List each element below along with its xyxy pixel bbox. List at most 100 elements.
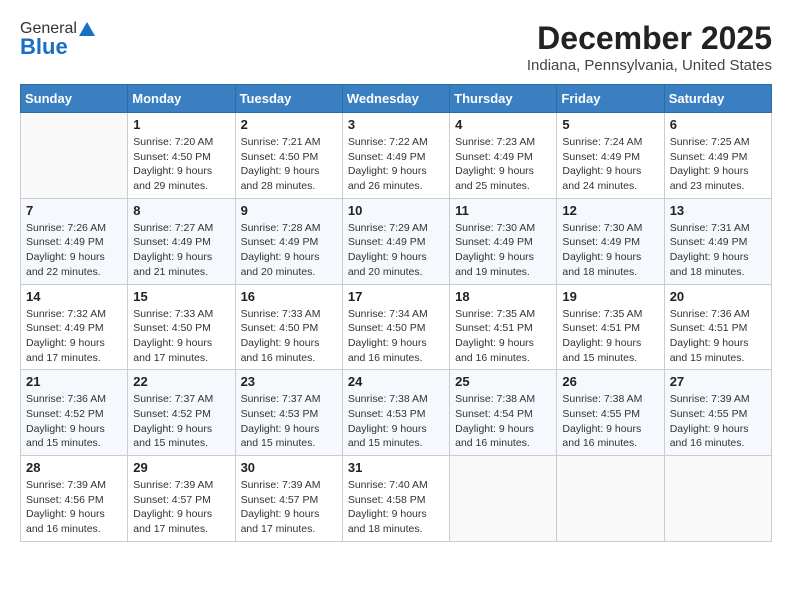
day-info: Sunrise: 7:37 AMSunset: 4:52 PMDaylight:… (133, 392, 229, 451)
day-number: 26 (562, 374, 658, 389)
day-info: Sunrise: 7:31 AMSunset: 4:49 PMDaylight:… (670, 221, 766, 280)
day-info: Sunrise: 7:27 AMSunset: 4:49 PMDaylight:… (133, 221, 229, 280)
calendar-cell: 1Sunrise: 7:20 AMSunset: 4:50 PMDaylight… (128, 113, 235, 199)
day-info: Sunrise: 7:36 AMSunset: 4:51 PMDaylight:… (670, 307, 766, 366)
logo-icon (78, 20, 96, 38)
day-info: Sunrise: 7:23 AMSunset: 4:49 PMDaylight:… (455, 135, 551, 194)
header-friday: Friday (557, 85, 664, 113)
day-number: 8 (133, 203, 229, 218)
page-header: General Blue December 2025 Indiana, Penn… (20, 20, 772, 74)
location-subtitle: Indiana, Pennsylvania, United States (527, 57, 772, 74)
day-number: 31 (348, 460, 444, 475)
day-number: 29 (133, 460, 229, 475)
calendar-cell: 18 Sunrise: 7:35 AMSunset: 4:51 PMDayligh… (450, 284, 557, 370)
header-wednesday: Wednesday (342, 85, 449, 113)
calendar-cell: 25Sunrise: 7:38 AMSunset: 4:54 PMDayligh… (450, 370, 557, 456)
day-info: Sunrise: 7:35 AMSunset: 4:51 PMDaylight:… (455, 307, 551, 366)
day-info: Sunrise: 7:38 AMSunset: 4:54 PMDaylight:… (455, 392, 551, 451)
week-row-1: 7Sunrise: 7:26 AMSunset: 4:49 PMDaylight… (21, 198, 772, 284)
calendar-cell: 5 Sunrise: 7:24 AMSunset: 4:49 PMDaylight… (557, 113, 664, 199)
calendar-cell: 2Sunrise: 7:21 AMSunset: 4:50 PMDaylight… (235, 113, 342, 199)
day-number: 23 (241, 374, 337, 389)
day-info: Sunrise: 7:24 AMSunset: 4:49 PMDaylight:… (562, 135, 658, 194)
week-row-3: 21 Sunrise: 7:36 AMSunset: 4:52 PMDayligh… (21, 370, 772, 456)
calendar-table: SundayMondayTuesdayWednesdayThursdayFrid… (20, 84, 772, 542)
day-info: Sunrise: 7:29 AMSunset: 4:49 PMDaylight:… (348, 221, 444, 280)
day-number: 5 (562, 117, 658, 132)
calendar-cell: 27 Sunrise: 7:39 AMSunset: 4:55 PMDayligh… (664, 370, 771, 456)
calendar-cell: 12 Sunrise: 7:30 AMSunset: 4:49 PMDayligh… (557, 198, 664, 284)
week-row-2: 14Sunrise: 7:32 AMSunset: 4:49 PMDayligh… (21, 284, 772, 370)
calendar-cell (21, 113, 128, 199)
calendar-cell: 7Sunrise: 7:26 AMSunset: 4:49 PMDaylight… (21, 198, 128, 284)
calendar-cell: 19 Sunrise: 7:35 AMSunset: 4:51 PMDayligh… (557, 284, 664, 370)
day-info: Sunrise: 7:38 AMSunset: 4:53 PMDaylight:… (348, 392, 444, 451)
calendar-cell: 22 Sunrise: 7:37 AMSunset: 4:52 PMDayligh… (128, 370, 235, 456)
day-number: 11 (455, 203, 551, 218)
calendar-cell: 21 Sunrise: 7:36 AMSunset: 4:52 PMDayligh… (21, 370, 128, 456)
header-sunday: Sunday (21, 85, 128, 113)
day-info: Sunrise: 7:26 AMSunset: 4:49 PMDaylight:… (26, 221, 122, 280)
day-info: Sunrise: 7:30 AMSunset: 4:49 PMDaylight:… (455, 221, 551, 280)
calendar-cell: 3Sunrise: 7:22 AMSunset: 4:49 PMDaylight… (342, 113, 449, 199)
day-info: Sunrise: 7:39 AMSunset: 4:57 PMDaylight:… (133, 478, 229, 537)
day-info: Sunrise: 7:39 AMSunset: 4:57 PMDaylight:… (241, 478, 337, 537)
day-number: 22 (133, 374, 229, 389)
calendar-cell: 9 Sunrise: 7:28 AMSunset: 4:49 PMDaylight… (235, 198, 342, 284)
day-info: Sunrise: 7:39 AMSunset: 4:55 PMDaylight:… (670, 392, 766, 451)
day-number: 1 (133, 117, 229, 132)
day-number: 19 (562, 289, 658, 304)
day-info: Sunrise: 7:36 AMSunset: 4:52 PMDaylight:… (26, 392, 122, 451)
day-number: 13 (670, 203, 766, 218)
calendar-cell: 16 Sunrise: 7:33 AMSunset: 4:50 PMDayligh… (235, 284, 342, 370)
header-thursday: Thursday (450, 85, 557, 113)
week-row-0: 1Sunrise: 7:20 AMSunset: 4:50 PMDaylight… (21, 113, 772, 199)
day-number: 28 (26, 460, 122, 475)
week-row-4: 28 Sunrise: 7:39 AMSunset: 4:56 PMDayligh… (21, 456, 772, 542)
calendar-cell: 14Sunrise: 7:32 AMSunset: 4:49 PMDayligh… (21, 284, 128, 370)
day-number: 16 (241, 289, 337, 304)
day-info: Sunrise: 7:39 AMSunset: 4:56 PMDaylight:… (26, 478, 122, 537)
day-number: 2 (241, 117, 337, 132)
calendar-cell (557, 456, 664, 542)
day-info: Sunrise: 7:34 AMSunset: 4:50 PMDaylight:… (348, 307, 444, 366)
day-number: 27 (670, 374, 766, 389)
day-number: 9 (241, 203, 337, 218)
day-number: 18 (455, 289, 551, 304)
calendar-cell: 13 Sunrise: 7:31 AMSunset: 4:49 PMDayligh… (664, 198, 771, 284)
header-saturday: Saturday (664, 85, 771, 113)
calendar-cell: 30 Sunrise: 7:39 AMSunset: 4:57 PMDayligh… (235, 456, 342, 542)
day-info: Sunrise: 7:22 AMSunset: 4:49 PMDaylight:… (348, 135, 444, 194)
calendar-cell: 31 Sunrise: 7:40 AMSunset: 4:58 PMDayligh… (342, 456, 449, 542)
calendar-cell: 24 Sunrise: 7:38 AMSunset: 4:53 PMDayligh… (342, 370, 449, 456)
calendar-cell (450, 456, 557, 542)
day-info: Sunrise: 7:30 AMSunset: 4:49 PMDaylight:… (562, 221, 658, 280)
calendar-cell (664, 456, 771, 542)
header-tuesday: Tuesday (235, 85, 342, 113)
day-info: Sunrise: 7:37 AMSunset: 4:53 PMDaylight:… (241, 392, 337, 451)
day-number: 15 (133, 289, 229, 304)
calendar-cell: 15Sunrise: 7:33 AMSunset: 4:50 PMDayligh… (128, 284, 235, 370)
logo: General Blue (20, 20, 97, 60)
calendar-cell: 28 Sunrise: 7:39 AMSunset: 4:56 PMDayligh… (21, 456, 128, 542)
day-number: 30 (241, 460, 337, 475)
day-number: 21 (26, 374, 122, 389)
calendar-cell: 10 Sunrise: 7:29 AMSunset: 4:49 PMDayligh… (342, 198, 449, 284)
day-info: Sunrise: 7:40 AMSunset: 4:58 PMDaylight:… (348, 478, 444, 537)
day-number: 4 (455, 117, 551, 132)
day-number: 17 (348, 289, 444, 304)
header-monday: Monday (128, 85, 235, 113)
day-info: Sunrise: 7:32 AMSunset: 4:49 PMDaylight:… (26, 307, 122, 366)
day-info: Sunrise: 7:35 AMSunset: 4:51 PMDaylight:… (562, 307, 658, 366)
day-info: Sunrise: 7:33 AMSunset: 4:50 PMDaylight:… (241, 307, 337, 366)
day-number: 20 (670, 289, 766, 304)
day-info: Sunrise: 7:28 AMSunset: 4:49 PMDaylight:… (241, 221, 337, 280)
day-number: 24 (348, 374, 444, 389)
day-number: 12 (562, 203, 658, 218)
calendar-cell: 11 Sunrise: 7:30 AMSunset: 4:49 PMDayligh… (450, 198, 557, 284)
calendar-header: SundayMondayTuesdayWednesdayThursdayFrid… (21, 85, 772, 113)
day-number: 6 (670, 117, 766, 132)
day-info: Sunrise: 7:25 AMSunset: 4:49 PMDaylight:… (670, 135, 766, 194)
day-number: 10 (348, 203, 444, 218)
calendar-cell: 4 Sunrise: 7:23 AMSunset: 4:49 PMDaylight… (450, 113, 557, 199)
